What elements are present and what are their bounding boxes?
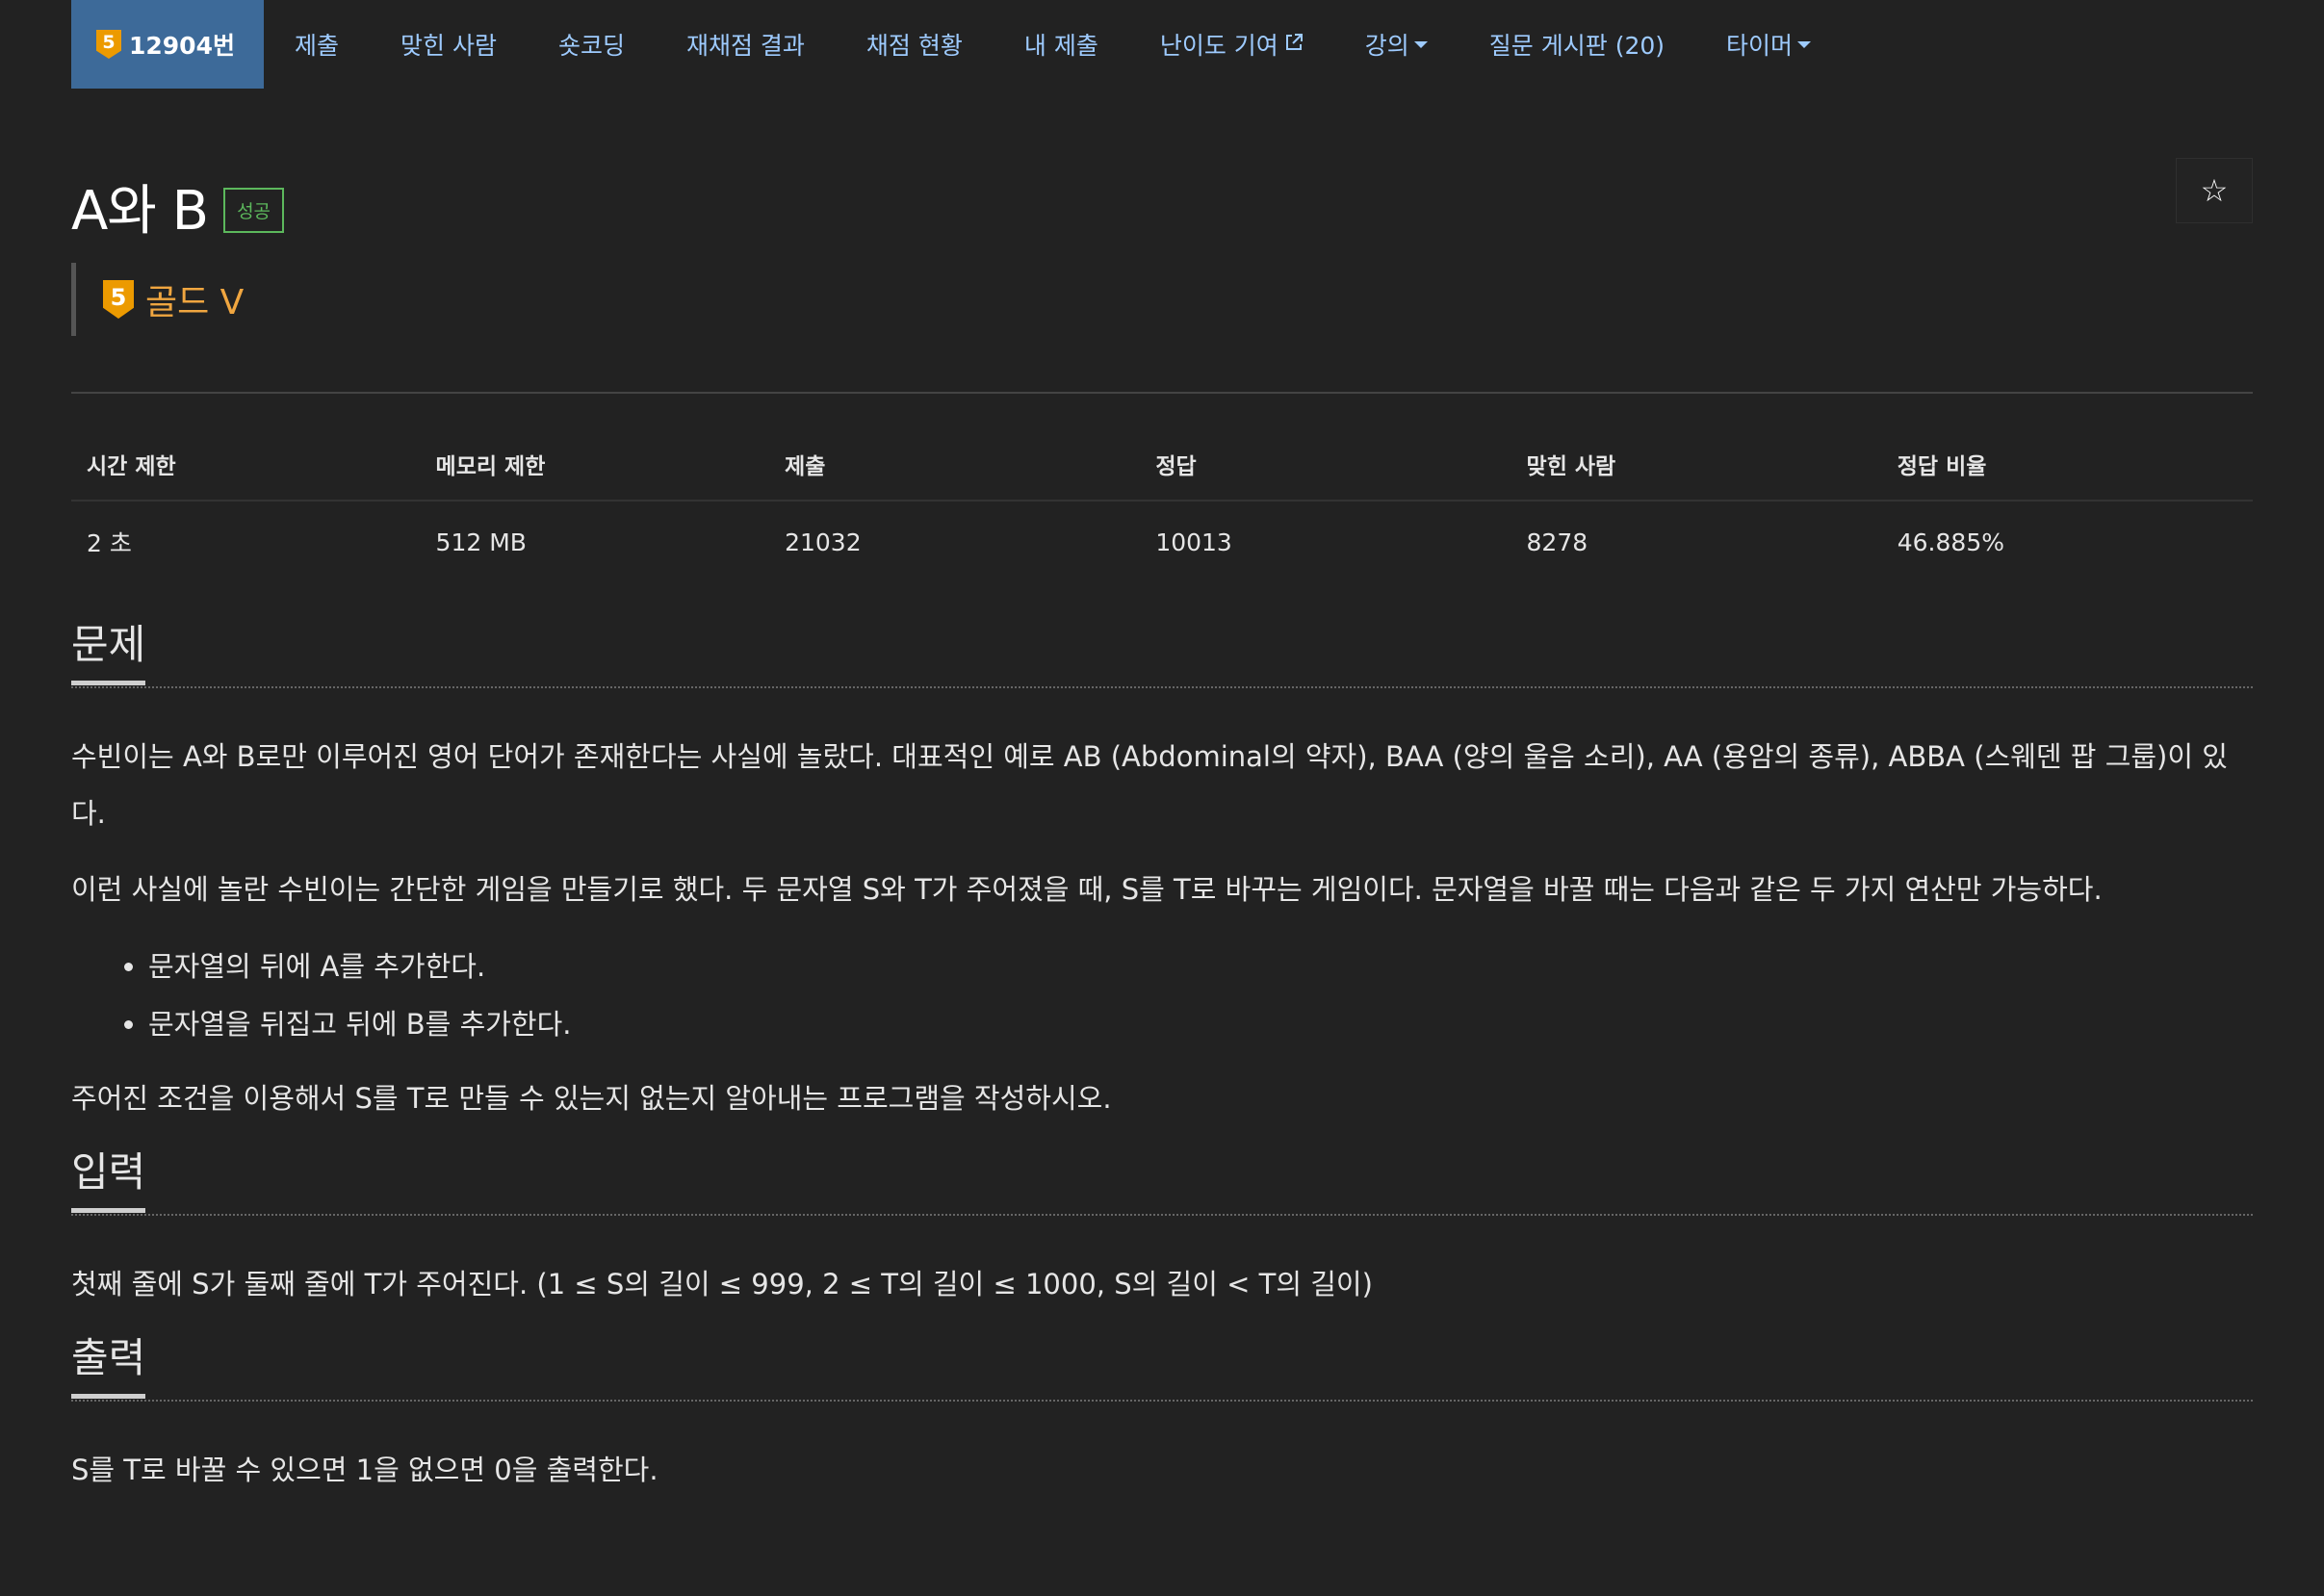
header-memory-limit: 메모리 제한 (420, 428, 770, 502)
nav-item-label: 난이도 기여 (1159, 32, 1278, 60)
solved-users-value: 8278 (1526, 528, 1588, 556)
header-accepted: 정답 (1140, 428, 1511, 502)
problem-title: A와 B (71, 180, 209, 243)
table-row: 2 초 512 MB 21032 10013 8278 46.885% (71, 501, 2253, 582)
tier-badge-icon: 5 (96, 30, 121, 59)
nav-item-short-coding[interactable]: 숏코딩 (528, 0, 656, 89)
problem-info-table: 시간 제한 메모리 제한 제출 정답 맞힌 사람 정답 비율 2 초 512 M… (71, 428, 2253, 582)
nav-item-label: 숏코딩 (557, 32, 625, 60)
section-title: 문제 (71, 619, 146, 685)
nav-item-label: 제출 (294, 32, 339, 60)
caret-down-icon (1797, 40, 1812, 48)
nav-problem-number-label: 12904번 (129, 32, 235, 60)
description-paragraph: 이런 사실에 놀란 수빈이는 간단한 게임을 만들기로 했다. 두 문자열 S와… (71, 873, 2103, 906)
nav-item-rejudge-results[interactable]: 재채점 결과 (656, 0, 836, 89)
submissions-value: 21032 (785, 528, 862, 556)
output-section: 출력 S를 T로 바꿀 수 있으면 1을 없으면 0을 출력한다. (71, 1332, 2253, 1499)
nav-item-label: 채점 현황 (865, 32, 963, 60)
input-section: 입력 첫째 줄에 S가 둘째 줄에 T가 주어진다. (1 ≤ S의 길이 ≤ … (71, 1146, 2253, 1313)
problem-description: 수빈이는 A와 B로만 이루어진 영어 단어가 존재한다는 사실에 놀랐다. 대… (71, 729, 2253, 1127)
external-link-icon (1284, 33, 1304, 57)
nav-item-label: 맞힌 사람 (400, 32, 497, 60)
tier-badge-icon: 5 (103, 280, 134, 319)
problem-page: 5 12904번 제출 맞힌 사람 숏코딩 재채점 결과 채점 현황 내 제출 … (0, 0, 2324, 1596)
header-time-limit: 시간 제한 (71, 428, 421, 502)
nav-item-label: 질문 게시판 (20) (1488, 32, 1666, 60)
description-paragraph: S를 T로 바꿀 수 있으면 1을 없으면 0을 출력한다. (71, 1454, 658, 1486)
star-button[interactable]: ☆ (2176, 158, 2253, 223)
accept-ratio-value: 46.885% (1897, 528, 2004, 556)
memory-limit-value: 512 MB (435, 528, 527, 556)
section-header: 문제 (71, 619, 2253, 688)
list-item: 문자열의 뒤에 A를 추가한다. (148, 938, 2253, 995)
nav-item-status[interactable]: 채점 현황 (836, 0, 994, 89)
header-solved-users: 맞힌 사람 (1511, 428, 1882, 502)
problem-tier: 5 골드 V (71, 263, 2253, 336)
section-title: 출력 (71, 1332, 146, 1399)
star-icon: ☆ (2200, 173, 2229, 208)
list-item: 문자열을 뒤집고 뒤에 B를 추가한다. (148, 995, 2253, 1053)
nav-item-my-submissions[interactable]: 내 제출 (994, 0, 1129, 89)
problem-description-section: 문제 수빈이는 A와 B로만 이루어진 영어 단어가 존재한다는 사실에 놀랐다… (71, 619, 2253, 1127)
nav-item-label: 타이머 (1726, 32, 1794, 60)
description-paragraph: 주어진 조건을 이용해서 S를 T로 만들 수 있는지 없는지 알아내는 프로그… (71, 1082, 1112, 1115)
description-paragraph: 첫째 줄에 S가 둘째 줄에 T가 주어진다. (1 ≤ S의 길이 ≤ 999… (71, 1268, 1373, 1300)
time-limit-value: 2 초 (87, 529, 132, 557)
divider (71, 392, 2253, 394)
nav-item-submit[interactable]: 제출 (264, 0, 370, 89)
table-header-row: 시간 제한 메모리 제한 제출 정답 맞힌 사람 정답 비율 (71, 428, 2253, 502)
input-description: 첫째 줄에 S가 둘째 줄에 T가 주어진다. (1 ≤ S의 길이 ≤ 999… (71, 1256, 2253, 1313)
nav-item-timer[interactable]: 타이머 (1695, 0, 1842, 89)
caret-down-icon (1413, 40, 1428, 48)
accepted-value: 10013 (1155, 528, 1232, 556)
description-paragraph: 수빈이는 A와 B로만 이루어진 영어 단어가 존재한다는 사실에 놀랐다. 대… (71, 740, 2228, 830)
section-header: 출력 (71, 1332, 2253, 1402)
nav-item-difficulty-contribution[interactable]: 난이도 기여 (1129, 0, 1334, 89)
header-submissions: 제출 (769, 428, 1141, 502)
nav-problem-number[interactable]: 5 12904번 (71, 0, 264, 89)
output-description: S를 T로 바꿀 수 있으면 1을 없으면 0을 출력한다. (71, 1442, 2253, 1499)
problem-title-row: A와 B 성공 ☆ (71, 158, 2253, 245)
header-accept-ratio: 정답 비율 (1881, 428, 2253, 502)
status-badge: 성공 (223, 188, 285, 233)
problem-menu: 5 12904번 제출 맞힌 사람 숏코딩 재채점 결과 채점 현황 내 제출 … (71, 0, 2253, 89)
nav-item-label: 재채점 결과 (685, 32, 805, 60)
nav-item-lectures[interactable]: 강의 (1334, 0, 1459, 89)
section-title: 입력 (71, 1146, 146, 1213)
operation-list: 문자열의 뒤에 A를 추가한다. 문자열을 뒤집고 뒤에 B를 추가한다. (71, 938, 2253, 1053)
nav-item-question-board[interactable]: 질문 게시판 (20) (1459, 0, 1695, 89)
nav-item-solved-users[interactable]: 맞힌 사람 (370, 0, 528, 89)
nav-item-label: 강의 (1364, 32, 1409, 60)
tier-name[interactable]: 골드 V (145, 274, 244, 324)
nav-item-label: 내 제출 (1023, 32, 1098, 60)
section-header: 입력 (71, 1146, 2253, 1216)
